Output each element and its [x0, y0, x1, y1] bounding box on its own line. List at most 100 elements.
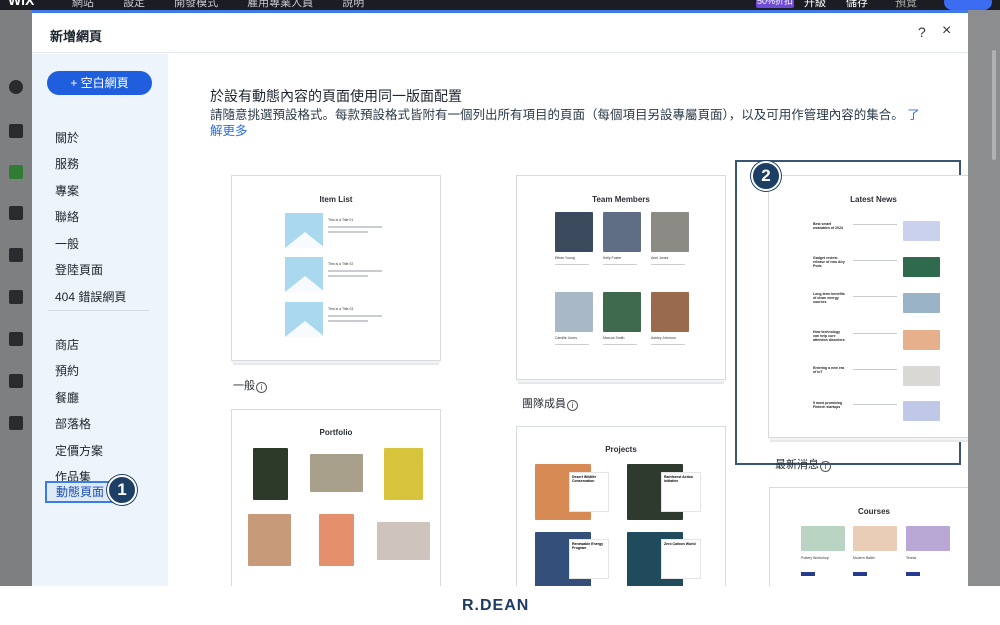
- course-title: Pottery Workshop: [801, 556, 829, 560]
- nav-booking[interactable]: 預約: [55, 362, 79, 379]
- course-button: [853, 572, 867, 576]
- editor-left-toolbar: [0, 10, 32, 586]
- card-title: Portfolio: [319, 428, 353, 437]
- portfolio-image: [377, 522, 430, 560]
- text-line: [328, 315, 382, 317]
- template-card-courses[interactable]: Courses Pottery Workshop Modern Ballet T…: [769, 487, 968, 586]
- text-line: [328, 226, 382, 228]
- nav-about[interactable]: 關於: [55, 129, 79, 146]
- label-text: 一般: [233, 380, 255, 392]
- menu-settings[interactable]: 設定: [123, 0, 145, 9]
- project-title: Renewable Energy Program: [572, 542, 604, 550]
- nav-404[interactable]: 404 錯誤網頁: [55, 288, 126, 305]
- template-card-team-members[interactable]: Team Members Ethan Young Kelly Foster Ar…: [516, 175, 726, 380]
- project-card: Zero Carbon World: [661, 539, 701, 579]
- nav-restaurant[interactable]: 餐廳: [55, 389, 79, 406]
- project-card: Renewable Energy Program: [569, 539, 609, 579]
- card-title: Team Members: [592, 195, 650, 204]
- member-name: Camille Jones: [555, 336, 577, 340]
- menu-dev-mode[interactable]: 開發模式: [174, 0, 218, 9]
- theme-icon[interactable]: [9, 206, 23, 220]
- project-title: Zero Carbon World: [664, 542, 696, 546]
- nav-pricing[interactable]: 定價方案: [55, 442, 103, 459]
- pages-icon[interactable]: [9, 165, 23, 179]
- business-icon[interactable]: [9, 290, 23, 304]
- member-name: Ethan Young: [555, 256, 575, 260]
- text-line: [603, 344, 637, 345]
- page-type-sidebar: + 空白網頁 關於 服務 專案 聯絡 一般 登陸頁面 404 錯誤網頁 商店 預…: [32, 54, 168, 586]
- menu-site[interactable]: 網站: [72, 0, 94, 9]
- preview-button[interactable]: 預覽: [895, 0, 917, 10]
- editor-top-bar: WiX 網站 設定 開發模式 雇用專業人員 說明 50%折扣 升級 儲存 預覽: [0, 0, 1000, 10]
- news-image: [903, 330, 940, 350]
- description-text: 請隨意挑選預設格式。每款預設格式皆附有一個列出所有項目的頁面（每個項目另設專屬頁…: [210, 108, 904, 122]
- menu-help[interactable]: 說明: [342, 0, 364, 9]
- project-title: Rainforest Action Initiative: [664, 475, 694, 483]
- text-line: [328, 275, 368, 277]
- info-icon[interactable]: i: [567, 400, 578, 411]
- media-icon[interactable]: [9, 332, 23, 346]
- project-card: Desert Wildlife Conservation: [569, 472, 609, 512]
- course-title: Modern Ballet: [853, 556, 875, 560]
- add-page-dialog: 新增網頁 ? × + 空白網頁 關於 服務 專案 聯絡 一般 登陸頁面 404 …: [32, 10, 968, 586]
- member-name: Kelly Foster: [603, 256, 622, 260]
- portfolio-icon[interactable]: [9, 416, 23, 430]
- nav-projects[interactable]: 專案: [55, 182, 79, 199]
- nav-landing[interactable]: 登陸頁面: [55, 261, 103, 278]
- nav-store[interactable]: 商店: [55, 336, 79, 353]
- text-line: [328, 231, 368, 233]
- sidebar-divider: [48, 310, 149, 311]
- nav-blog[interactable]: 部落格: [55, 415, 91, 432]
- info-icon[interactable]: i: [820, 461, 831, 472]
- nav-services[interactable]: 服務: [55, 155, 79, 172]
- course-image: [801, 526, 845, 551]
- member-name: Marcus Smith: [603, 336, 625, 340]
- discount-badge: 50%折扣: [756, 0, 794, 8]
- menu-hire[interactable]: 雇用專業人員: [247, 0, 313, 9]
- course-title: Tennis: [906, 556, 917, 560]
- card-title: Projects: [605, 445, 637, 454]
- dialog-header: 新增網頁 ? ×: [32, 13, 968, 53]
- portfolio-image: [310, 454, 363, 492]
- member-photo: [603, 212, 641, 252]
- member-photo: [651, 212, 689, 252]
- item-thumbnail: [285, 302, 325, 337]
- template-card-portfolio[interactable]: Portfolio: [231, 409, 441, 586]
- upgrade-link[interactable]: 升級: [804, 0, 826, 10]
- card-title: Latest News: [850, 195, 897, 204]
- template-card-item-list[interactable]: Item List This is a Title 01 This is a T…: [231, 175, 441, 361]
- scrollbar[interactable]: [992, 50, 996, 160]
- text-line: [853, 296, 897, 297]
- template-card-latest-news[interactable]: Latest News Best smart wearables of 2024…: [768, 175, 968, 438]
- blank-page-button[interactable]: + 空白網頁: [47, 71, 152, 95]
- nav-dynamic-pages[interactable]: 動態頁面: [45, 481, 113, 503]
- card-title: Item List: [319, 195, 353, 204]
- callout-1: 1: [107, 475, 137, 505]
- apps-icon[interactable]: [9, 248, 23, 262]
- text-line: [328, 270, 382, 272]
- item-thumbnail: [285, 213, 325, 248]
- text-line: [853, 404, 897, 405]
- info-icon[interactable]: i: [256, 382, 267, 393]
- nav-general[interactable]: 一般: [55, 235, 79, 252]
- sections-icon[interactable]: [9, 124, 23, 138]
- publish-button[interactable]: [944, 0, 992, 10]
- save-button[interactable]: 儲存: [846, 0, 868, 10]
- cms-icon[interactable]: [9, 374, 23, 388]
- item-title: This is a Title 02: [328, 262, 354, 266]
- editor-menu: 網站 設定 開發模式 雇用專業人員 說明: [72, 0, 390, 10]
- nav-contact[interactable]: 聯絡: [55, 208, 79, 225]
- templates-panel: 於設有動態內容的頁面使用同一版面配置 請隨意挑選預設格式。每款預設格式皆附有一個…: [168, 54, 968, 586]
- news-image: [903, 221, 940, 241]
- news-headline: Long-term benefits of clean energy sourc…: [813, 292, 845, 304]
- course-image: [906, 526, 950, 551]
- add-elements-icon[interactable]: [9, 80, 23, 94]
- portfolio-image: [248, 514, 291, 566]
- course-button: [906, 572, 920, 576]
- screen: WiX 網站 設定 開發模式 雇用專業人員 說明 50%折扣 升級 儲存 預覽 …: [0, 0, 1000, 625]
- item-thumbnail: [285, 257, 325, 292]
- news-image: [903, 293, 940, 313]
- close-icon[interactable]: ×: [942, 22, 951, 40]
- help-icon[interactable]: ?: [918, 24, 926, 40]
- template-card-projects[interactable]: Projects Desert Wildlife Conservation Ra…: [516, 426, 726, 586]
